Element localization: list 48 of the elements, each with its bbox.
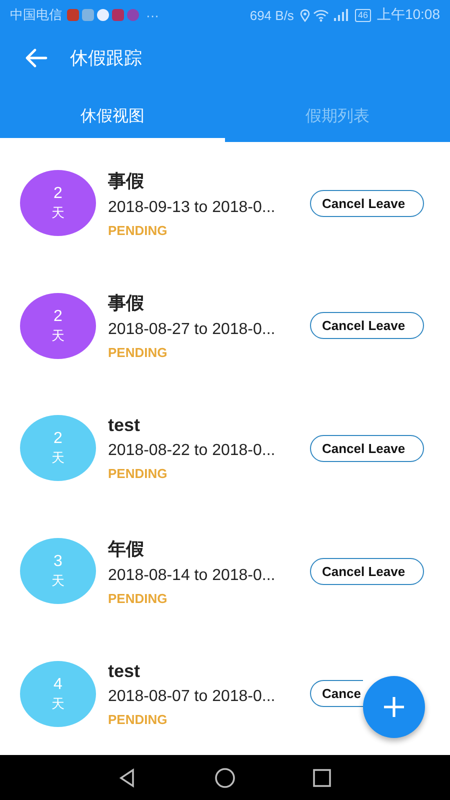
leave-dates: 2018-08-27 to 2018-0... — [108, 321, 276, 340]
plus-icon — [383, 696, 405, 718]
carrier-name: 中国电信 — [10, 6, 62, 24]
day-count: 2 — [54, 306, 62, 327]
back-arrow-icon[interactable] — [24, 48, 48, 68]
leave-type: 事假 — [108, 170, 145, 193]
leave-type: 年假 — [108, 538, 145, 561]
add-button[interactable] — [363, 676, 425, 738]
location-icon — [300, 8, 310, 22]
cancel-leave-button[interactable]: Cancel Leave — [310, 434, 424, 462]
leave-type: test — [108, 415, 142, 436]
day-unit: 天 — [52, 326, 64, 345]
day-count: 2 — [54, 184, 62, 204]
clock: 上午10:08 — [376, 6, 440, 24]
leave-type: 事假 — [108, 292, 145, 316]
leave-dates: 2018-08-07 to 2018-0... — [108, 688, 276, 706]
day-unit: 天 — [52, 449, 64, 468]
leave-status: PENDING — [108, 222, 168, 238]
leave-status: PENDING — [108, 712, 168, 727]
day-unit: 天 — [52, 694, 64, 713]
more-notifications: ··· — [146, 8, 159, 22]
cancel-leave-button[interactable]: Cancel Leave — [310, 558, 424, 585]
home-nav-icon[interactable] — [214, 766, 236, 788]
screen-title: 休假跟踪 — [70, 47, 142, 70]
day-count: 4 — [54, 674, 62, 695]
leave-dates: 2018-08-22 to 2018-0... — [108, 442, 276, 460]
notification-icon — [67, 9, 79, 21]
leave-status: PENDING — [108, 466, 168, 482]
leave-status: PENDING — [108, 590, 168, 606]
day-count: 3 — [54, 552, 62, 572]
day-unit: 天 — [52, 572, 64, 590]
leave-dates: 2018-09-13 to 2018-0... — [108, 198, 276, 217]
notification-icon — [127, 9, 139, 21]
network-speed: 694 B/s — [250, 8, 294, 22]
cancel-leave-button[interactable]: Cancel Leave — [310, 190, 424, 217]
recents-nav-icon[interactable] — [312, 768, 332, 788]
day-unit: 天 — [52, 204, 64, 222]
cancel-leave-button[interactable]: Cancel Leave — [310, 312, 424, 340]
day-count: 2 — [54, 429, 62, 450]
cancel-leave-button[interactable]: Cance — [310, 680, 363, 708]
battery-indicator: 46 — [354, 8, 371, 22]
leave-status: PENDING — [108, 345, 168, 360]
notification-icon — [82, 9, 94, 21]
notification-icon — [112, 9, 124, 21]
leave-type: test — [108, 660, 142, 682]
wifi-icon — [312, 8, 329, 22]
leave-dates: 2018-08-14 to 2018-0... — [108, 566, 276, 585]
signal-icon — [332, 8, 348, 22]
